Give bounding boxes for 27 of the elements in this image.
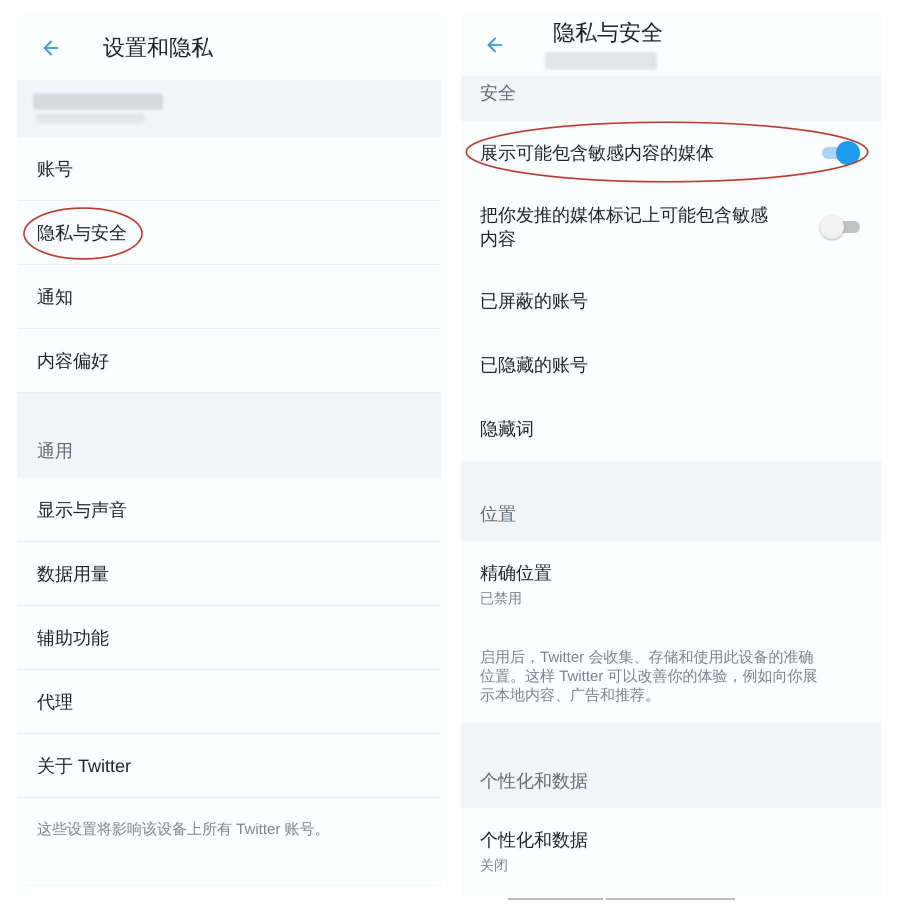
screen-title: 设置和隐私 <box>103 34 213 62</box>
section-heading: 安全 <box>480 82 516 105</box>
menu-item[interactable]: 显示与声音 <box>37 498 127 522</box>
menu-item[interactable]: 数据用量 <box>37 562 109 586</box>
description-text: 启用后，Twitter 会收集、存储和使用此设备的准确位置。这样 Twitter 可以改善你的体验，例如向你展示本地内容、广告和推荐。 <box>480 648 819 705</box>
menu-item[interactable]: 个性化和数据 <box>480 828 588 852</box>
menu-item[interactable]: 已屏蔽的账号 <box>480 289 588 313</box>
section-heading: 个性化和数据 <box>480 770 588 793</box>
section-heading: 通用 <box>37 440 73 463</box>
footnote-text: 这些设置将影响该设备上所有 Twitter 账号。 <box>37 820 331 840</box>
menu-item[interactable]: 通知 <box>37 284 73 308</box>
status-text: 已禁用 <box>480 589 522 608</box>
menu-item[interactable]: 代理 <box>37 690 73 714</box>
section-heading: 位置 <box>480 503 516 526</box>
screen-title: 隐私与安全 <box>553 19 663 47</box>
toggle-switch[interactable] <box>820 215 860 239</box>
menu-item[interactable]: 辅助功能 <box>37 626 109 650</box>
menu-item[interactable]: 关于 Twitter <box>37 754 132 778</box>
toggle-switch[interactable] <box>820 141 860 165</box>
menu-item[interactable]: 隐藏词 <box>480 417 534 441</box>
menu-item[interactable]: 内容偏好 <box>37 348 109 372</box>
setting-label: 把你发推的媒体标记上可能包含敏感内容 <box>480 204 769 251</box>
status-text: 关闭 <box>480 856 508 875</box>
menu-item[interactable]: 已隐藏的账号 <box>480 353 588 377</box>
menu-item[interactable]: 精确位置 <box>480 561 552 585</box>
menu-item[interactable]: 账号 <box>37 156 73 180</box>
setting-label: 展示可能包含敏感内容的媒体 <box>480 142 715 165</box>
